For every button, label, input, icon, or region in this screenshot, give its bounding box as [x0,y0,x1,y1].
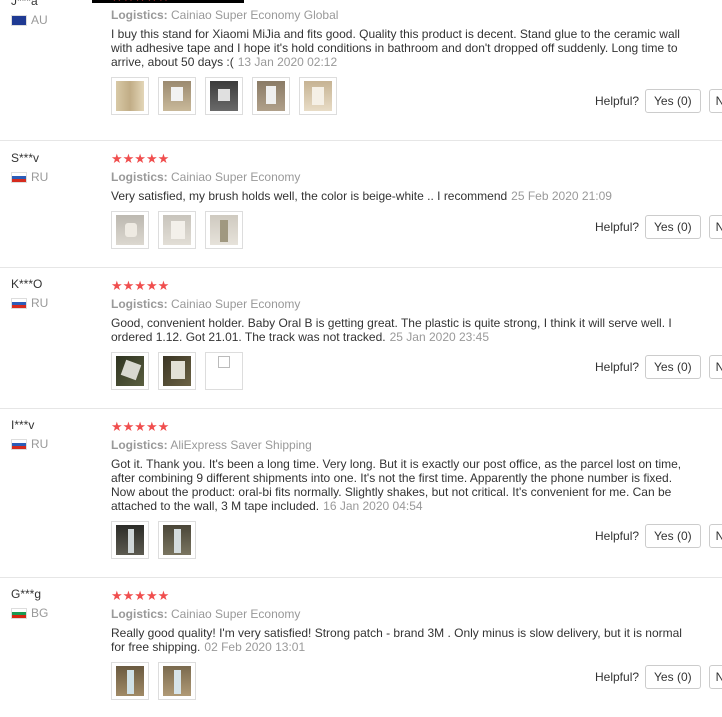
helpful-no-button[interactable]: No (0) [708,524,722,548]
review-photos [111,521,671,559]
reviewer-name: K***O [11,277,43,291]
helpful-no-button[interactable]: No (0) [708,355,722,379]
review-photo-broken[interactable] [205,352,243,390]
review-photo[interactable] [158,662,196,700]
review-date: 25 Jan 2020 23:45 [389,330,490,344]
flag-au-icon [11,15,27,26]
review-photo[interactable] [158,352,196,390]
review-photo[interactable] [205,77,243,115]
review-text: Really good quality! I'm very satisfied!… [111,626,682,654]
helpful-no-button[interactable]: No (0) [708,215,722,239]
review-date: 16 Jan 2020 04:54 [323,499,423,513]
rating-stars: ★★★★★ [111,151,170,166]
review-text: Very satisfied, my brush holds well, the… [111,189,612,203]
review-photo[interactable] [158,521,196,559]
reviewer-country: RU [11,171,101,184]
country-code: RU [31,296,49,310]
logistics-info: Logistics: Cainiao Super Economy [111,170,301,184]
review-date: 13 Jan 2020 02:12 [237,55,338,69]
review-photos [111,77,671,115]
review-text: I buy this stand for Xiaomi MiJia and fi… [111,27,680,69]
review-item: I***v RU ★★★★★ Logistics: AliExpress Sav… [0,408,722,578]
rating-stars: ★★★★★ [111,419,170,434]
review-photo[interactable] [111,521,149,559]
helpful-label: Helpful? [595,220,640,234]
flag-ru-icon [11,439,27,450]
flag-ru-icon [11,298,27,309]
review-item: S***v RU ★★★★★ Logistics: Cainiao Super … [0,140,722,268]
reviewer-country: RU [11,297,101,310]
country-code: AU [31,13,48,27]
reviewer-name: J***a [11,0,38,8]
reviewer-name: I***v [11,418,35,432]
country-code: BG [31,606,49,620]
review-item: K***O RU ★★★★★ Logistics: Cainiao Super … [0,267,722,409]
review-text: Good, convenient holder. Baby Oral B is … [111,316,672,344]
logistics-info: Logistics: Cainiao Super Economy Global [111,8,339,22]
reviewer-country: RU [11,438,101,451]
helpful-yes-button[interactable]: Yes (0) [645,665,701,689]
helpful-yes-button[interactable]: Yes (0) [645,524,701,548]
helpful-no-button[interactable]: No (0) [708,665,722,689]
rating-stars: ★★★★★ [111,278,170,293]
rating-stars: ★★★★★ [111,0,671,4]
country-code: RU [31,170,49,184]
helpful-label: Helpful? [595,529,640,543]
logistics-info: Logistics: Cainiao Super Economy [111,607,301,621]
review-date: 02 Feb 2020 13:01 [204,640,306,654]
broken-image-icon [218,356,230,368]
helpful-yes-button[interactable]: Yes (0) [645,215,701,239]
reviewer-country: BG [11,607,101,620]
helpful-yes-button[interactable]: Yes (0) [645,89,701,113]
helpful-label: Helpful? [595,94,640,108]
review-photo[interactable] [252,77,290,115]
country-code: RU [31,437,49,451]
helpful-yes-button[interactable]: Yes (0) [645,355,701,379]
helpful-label: Helpful? [595,670,640,684]
review-item: J***a AU ★★★★★ Logistics: Cainiao Super … [0,0,722,141]
review-photo[interactable] [111,352,149,390]
logistics-info: Logistics: Cainiao Super Economy [111,297,301,311]
reviewer-name: G***g [11,587,42,601]
helpful-no-button[interactable]: No (0) [708,89,722,113]
review-photo[interactable] [205,211,243,249]
review-photo[interactable] [111,77,149,115]
flag-ru-icon [11,172,27,183]
reviewer-name: S***v [11,151,40,165]
review-date: 25 Feb 2020 21:09 [511,189,612,203]
review-photo[interactable] [299,77,337,115]
logistics-info: Logistics: AliExpress Saver Shipping [111,438,312,452]
review-item: G***g BG ★★★★★ Logistics: Cainiao Super … [0,577,722,717]
helpful-label: Helpful? [595,360,640,374]
review-photos [111,352,671,390]
rating-stars: ★★★★★ [111,588,170,603]
review-text: Got it. Thank you. It's been a long time… [111,457,682,513]
review-photos [111,211,671,249]
flag-bg-icon [11,608,27,619]
review-photo[interactable] [111,211,149,249]
reviewer-country: AU [11,14,101,27]
review-photo[interactable] [158,211,196,249]
review-photo[interactable] [111,662,149,700]
review-photo[interactable] [158,77,196,115]
review-photos [111,662,671,700]
